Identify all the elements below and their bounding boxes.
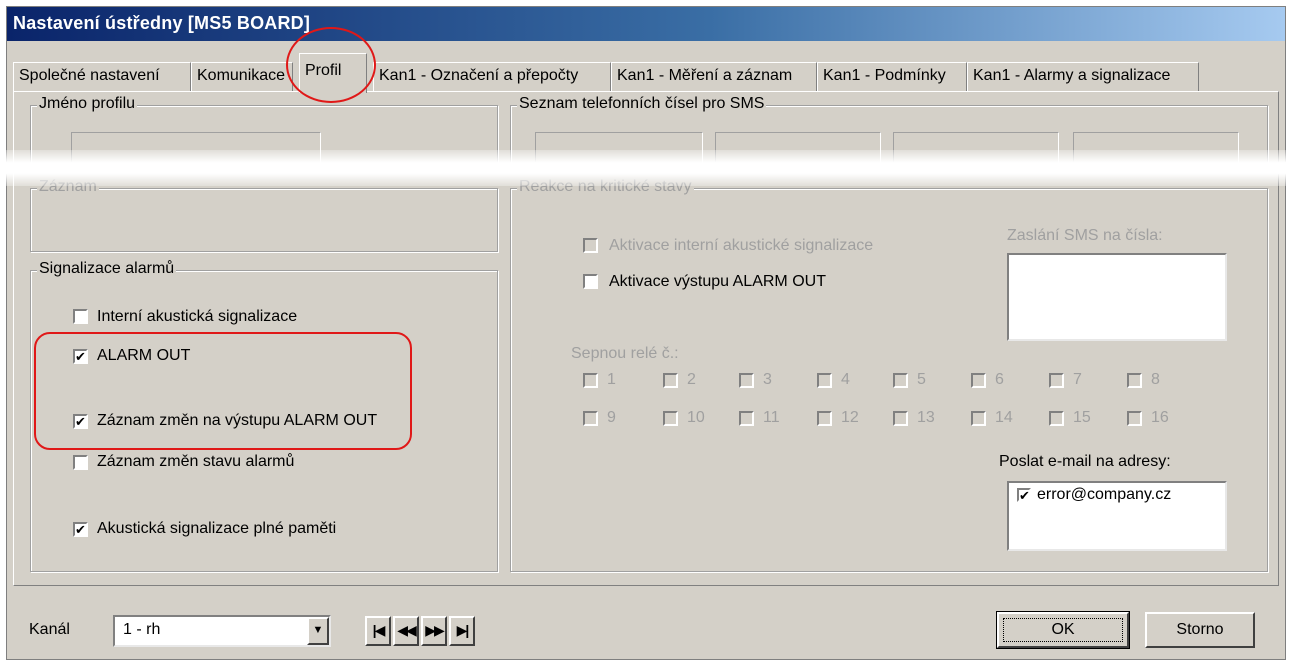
relay-6-checkbox[interactable] <box>971 373 986 388</box>
relay-8-label: 8 <box>1151 371 1160 388</box>
relay-10-checkbox[interactable] <box>663 411 678 426</box>
relay-5-label: 5 <box>917 371 926 388</box>
profile-name-title: Jméno profilu <box>37 95 138 113</box>
relay-6-label: 6 <box>995 371 1004 388</box>
relay-9-label: 9 <box>607 409 616 426</box>
alarm-state-changes-label: Záznam změn stavu alarmů <box>97 453 295 470</box>
sms-numbers-list[interactable] <box>1007 253 1227 341</box>
critical-alarm-out-label: Aktivace výstupu ALARM OUT <box>609 273 826 290</box>
alarm-out-label: ALARM OUT <box>97 347 191 364</box>
tab-profile[interactable]: Profil <box>299 53 367 93</box>
memory-full-acoustic-checkbox[interactable]: ✔ <box>73 522 88 537</box>
relay-16-checkbox[interactable] <box>1127 411 1142 426</box>
critical-internal-checkbox[interactable] <box>583 238 598 253</box>
settings-window: Nastavení ústředny [MS5 BOARD] Společné … <box>6 6 1286 660</box>
email-checkbox[interactable]: ✔ <box>1017 488 1031 502</box>
crop-band <box>0 150 1290 186</box>
record-group: Záznam <box>30 178 498 252</box>
tab-communication[interactable]: Komunikace <box>191 62 293 91</box>
alarm-out-changes-label: Záznam změn na výstupu ALARM OUT <box>97 412 378 429</box>
relay-16-label: 16 <box>1151 409 1169 426</box>
channel-value: 1 - rh <box>123 621 161 638</box>
relay-1-label: 1 <box>607 371 616 388</box>
relay-4-label: 4 <box>841 371 850 388</box>
critical-reaction-group: Reakce na kritické stavy Aktivace intern… <box>510 178 1268 572</box>
relay-7-checkbox[interactable] <box>1049 373 1064 388</box>
alarm-out-checkbox[interactable]: ✔ <box>73 349 88 364</box>
focus-ring <box>1003 618 1123 642</box>
alarm-state-changes-checkbox[interactable] <box>73 455 88 470</box>
relay-3-label: 3 <box>763 371 772 388</box>
relay-14-checkbox[interactable] <box>971 411 986 426</box>
relay-15-checkbox[interactable] <box>1049 411 1064 426</box>
relay-12-checkbox[interactable] <box>817 411 832 426</box>
relay-11-label: 11 <box>763 409 780 426</box>
relay-2-checkbox[interactable] <box>663 373 678 388</box>
first-record-icon[interactable]: |◀ <box>365 616 391 646</box>
tab-ch1-labels[interactable]: Kan1 - Označení a přepočty <box>373 62 611 91</box>
internal-acoustic-label: Interní akustická signalizace <box>97 308 298 325</box>
relay-8-checkbox[interactable] <box>1127 373 1142 388</box>
internal-acoustic-checkbox[interactable] <box>73 309 88 324</box>
last-record-icon[interactable]: ▶| <box>449 616 475 646</box>
relay-13-label: 13 <box>917 409 935 426</box>
critical-internal-label: Aktivace interní akustické signalizace <box>609 237 874 254</box>
cancel-button-label: Storno <box>1176 621 1224 638</box>
relay-9-checkbox[interactable] <box>583 411 598 426</box>
relay-11-checkbox[interactable] <box>739 411 754 426</box>
relay-3-checkbox[interactable] <box>739 373 754 388</box>
tab-ch1-conditions[interactable]: Kan1 - Podmínky <box>817 62 967 91</box>
sms-send-label: Zaslání SMS na čísla: <box>1007 227 1163 244</box>
relay-12-label: 12 <box>841 409 859 426</box>
relays-label: Sepnou relé č.: <box>571 345 679 362</box>
email-address: error@company.cz <box>1037 486 1172 503</box>
relay-13-checkbox[interactable] <box>893 411 908 426</box>
ok-button[interactable]: OK <box>996 611 1130 649</box>
window-title: Nastavení ústředny [MS5 BOARD] <box>7 7 1285 41</box>
channel-select[interactable]: 1 - rh ▼ <box>113 615 331 647</box>
relay-5-checkbox[interactable] <box>893 373 908 388</box>
relay-1-checkbox[interactable] <box>583 373 598 388</box>
critical-alarm-out-checkbox[interactable] <box>583 274 598 289</box>
tab-ch1-alarms[interactable]: Kan1 - Alarmy a signalizace <box>967 62 1199 91</box>
tab-common-settings[interactable]: Společné nastavení <box>13 62 191 91</box>
email-list[interactable]: ✔ error@company.cz <box>1007 481 1227 551</box>
chevron-down-icon[interactable]: ▼ <box>307 617 329 645</box>
email-send-label: Poslat e-mail na adresy: <box>999 453 1171 470</box>
tab-ch1-measurement[interactable]: Kan1 - Měření a záznam <box>611 62 817 91</box>
next-record-icon[interactable]: ▶▶ <box>421 616 447 646</box>
previous-record-icon[interactable]: ◀◀ <box>393 616 419 646</box>
alarm-out-changes-checkbox[interactable]: ✔ <box>73 414 88 429</box>
sms-numbers-title: Seznam telefonních čísel pro SMS <box>517 95 767 113</box>
tab-strip: Společné nastavení Komunikace Profil Kan… <box>13 51 1279 93</box>
relay-15-label: 15 <box>1073 409 1091 426</box>
memory-full-acoustic-label: Akustická signalizace plné paměti <box>97 520 337 537</box>
relay-2-label: 2 <box>687 371 696 388</box>
channel-label: Kanál <box>29 621 70 638</box>
relay-4-checkbox[interactable] <box>817 373 832 388</box>
alarm-signal-group: Signalizace alarmů Interní akustická sig… <box>30 260 498 572</box>
relay-10-label: 10 <box>687 409 705 426</box>
relay-7-label: 7 <box>1073 371 1082 388</box>
alarm-signal-title: Signalizace alarmů <box>37 260 177 278</box>
relay-14-label: 14 <box>995 409 1013 426</box>
cancel-button[interactable]: Storno <box>1145 612 1255 648</box>
